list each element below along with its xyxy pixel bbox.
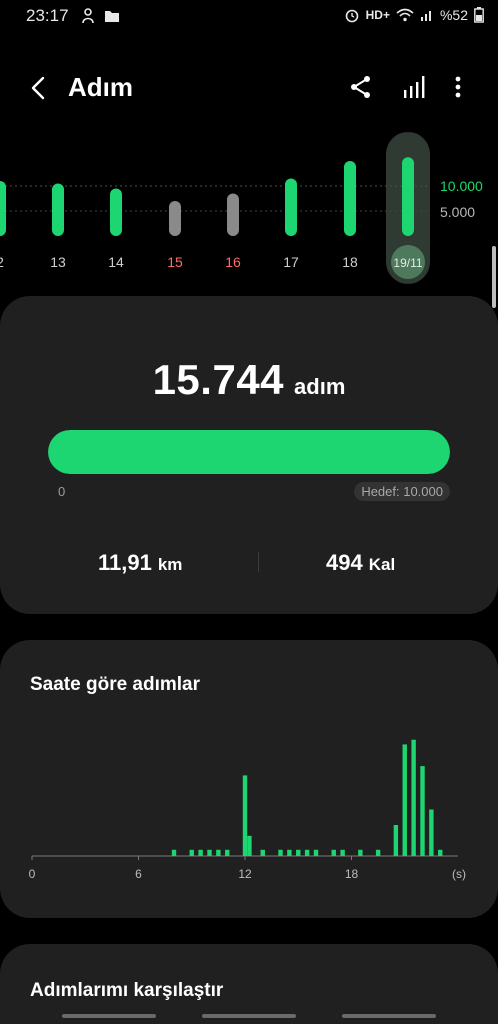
alarm-icon — [345, 9, 358, 23]
day-label[interactable]: 2 — [0, 254, 4, 270]
hourly-bar — [411, 739, 416, 856]
hourly-tick-label: 6 — [135, 867, 142, 881]
hourly-bar — [296, 849, 301, 856]
hourly-bar — [242, 775, 248, 856]
distance-metric: 11,91 km — [98, 550, 182, 576]
day-bar[interactable] — [285, 178, 297, 237]
day-bar[interactable] — [0, 181, 6, 236]
progress-min-label: 0 — [58, 484, 66, 499]
hourly-steps-card[interactable]: Saate göre adımlar 0 6 12 18 (s) — [0, 640, 498, 918]
day-label[interactable]: 16 — [225, 254, 241, 270]
hourly-bar — [216, 849, 221, 856]
summary-card: 15.744 adım 0 Hedef: 10.000 11,91 km 494 Ka… — [0, 296, 498, 614]
steps-value: 15.744 — [152, 356, 285, 403]
hourly-tick-label: 12 — [238, 867, 252, 881]
day-label[interactable]: 15 — [167, 254, 183, 270]
day-label[interactable]: 18 — [342, 254, 358, 270]
day-label[interactable]: 17 — [283, 254, 299, 270]
hourly-bar — [313, 849, 319, 856]
battery-level: %52 — [439, 7, 468, 23]
day-label[interactable]: 19/11 — [393, 256, 422, 270]
goal-label: Hedef: 10.000 — [354, 482, 450, 501]
distance-unit: km — [157, 555, 183, 574]
reference-label-5000: 5.000 — [440, 204, 476, 220]
app-header: Adım — [0, 60, 498, 116]
wifi-icon — [396, 8, 414, 22]
hourly-bar — [402, 744, 407, 856]
hourly-unit-label: (s) — [452, 867, 466, 881]
notification-icon — [82, 8, 94, 24]
status-right: HD+ %52 — [344, 7, 484, 23]
folder-icon — [105, 11, 119, 22]
hourly-chart: 0 6 12 18 (s) — [29, 739, 466, 881]
share-icon[interactable] — [348, 74, 374, 100]
hourly-bar — [429, 809, 434, 856]
status-bar: 23:17 HD+ %52 — [0, 0, 498, 32]
metric-divider — [258, 552, 259, 572]
hourly-bar — [225, 849, 230, 856]
hourly-bar — [247, 835, 252, 856]
day-bar[interactable] — [227, 193, 239, 237]
hourly-tick-label: 0 — [29, 867, 36, 881]
steps-unit: adım — [294, 374, 346, 399]
status-left-icons — [80, 8, 120, 24]
calories-unit: Kal — [368, 555, 396, 574]
hourly-bar — [331, 849, 336, 856]
day-label[interactable]: 13 — [50, 254, 66, 270]
hourly-tick-label: 18 — [345, 867, 359, 881]
page-title: Adım — [68, 72, 133, 102]
daily-steps-chart[interactable]: 2 13 14 15 16 17 18 19/11 10.000 5.000 — [0, 130, 498, 290]
bar-chart-icon[interactable] — [402, 74, 428, 100]
steps-total: 15.744 adım — [0, 356, 498, 404]
hourly-bar — [287, 849, 292, 856]
calories-metric: 494 Kal — [326, 550, 395, 576]
day-bar[interactable] — [52, 183, 64, 237]
nav-recents[interactable] — [62, 1014, 156, 1018]
day-bar[interactable] — [344, 161, 356, 236]
nav-home[interactable] — [202, 1014, 296, 1018]
hourly-bar — [171, 849, 177, 856]
hourly-bar — [438, 849, 443, 856]
hourly-bar — [393, 825, 399, 856]
hourly-bar — [340, 849, 345, 856]
system-nav-bar — [0, 1004, 498, 1024]
day-bar[interactable] — [169, 201, 181, 236]
scrollbar[interactable] — [492, 246, 496, 308]
daily-chart-svg: 2 13 14 15 16 17 18 19/11 — [0, 132, 430, 284]
back-arrow-icon[interactable] — [26, 74, 52, 102]
hourly-bar — [198, 849, 203, 856]
hourly-bar — [420, 766, 425, 856]
nav-back[interactable] — [342, 1014, 436, 1018]
hourly-bar — [304, 849, 310, 856]
calories-value: 494 — [326, 550, 363, 575]
goal-progress-fill — [48, 430, 450, 474]
day-bar[interactable] — [402, 157, 414, 236]
goal-progress-bar — [48, 430, 450, 474]
day-label[interactable]: 14 — [108, 254, 124, 270]
hourly-bar — [207, 849, 212, 856]
battery-icon — [474, 7, 484, 23]
more-options-icon[interactable] — [448, 74, 468, 100]
day-bar[interactable] — [110, 188, 122, 237]
hourly-bar — [278, 849, 283, 856]
hourly-bar — [375, 849, 381, 856]
compare-title: Adımlarımı karşılaştır — [30, 980, 224, 1001]
distance-value: 11,91 — [98, 550, 152, 575]
hourly-bar — [260, 849, 265, 856]
signal-icon — [420, 11, 431, 21]
status-time: 23:17 — [26, 6, 69, 25]
network-type: HD+ — [365, 8, 390, 22]
hourly-bar — [189, 849, 194, 856]
reference-label-10000: 10.000 — [440, 178, 483, 194]
hourly-bar — [358, 849, 363, 856]
